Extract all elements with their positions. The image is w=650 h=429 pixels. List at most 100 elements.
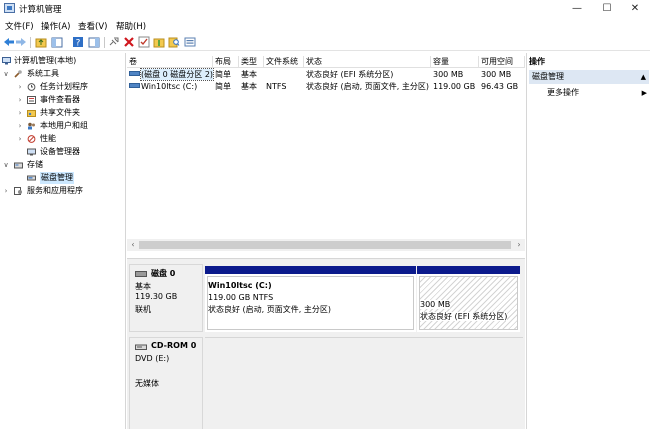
actions-section-label: 磁盘管理 — [532, 72, 564, 81]
volume-layout: 简单 — [215, 82, 231, 91]
tree-label-root: 计算机管理(本地) — [14, 56, 77, 65]
menu-help[interactable]: 帮助(H) — [116, 20, 146, 32]
shared-folder-icon — [27, 110, 36, 117]
performance-icon — [27, 135, 36, 143]
cdrom-empty-area[interactable] — [205, 337, 523, 429]
toolbar: ? — [0, 34, 650, 51]
menu-bar: 文件(F) 操作(A) 查看(V) 帮助(H) — [0, 17, 650, 33]
disk-size: 119.30 GB — [135, 292, 178, 301]
volume-name[interactable]: Win10ltsc (C:) — [141, 81, 197, 92]
chevron-right-icon[interactable]: › — [2, 185, 10, 197]
column-header-type[interactable]: 类型 — [239, 56, 264, 68]
chevron-right-icon[interactable]: › — [16, 120, 24, 132]
disk-type: 基本 — [135, 282, 151, 291]
disk-status: 无媒体 — [135, 379, 159, 388]
clock-icon — [27, 83, 36, 91]
search-icon[interactable] — [168, 36, 180, 48]
tree-label-performance: 性能 — [40, 134, 56, 143]
new-folder-icon[interactable] — [153, 36, 165, 48]
volume-layout: 简单 — [215, 70, 231, 79]
tree-label-task-scheduler: 任务计划程序 — [40, 82, 88, 91]
column-header-capacity[interactable]: 容量 — [431, 56, 479, 68]
disk-0-label[interactable]: 磁盘 0 基本 119.30 GB 联机 — [129, 264, 203, 332]
column-header-volume[interactable]: 卷 — [127, 56, 213, 68]
volume-type: 基本 — [241, 82, 257, 91]
disk-name: CD-ROM 0 — [151, 341, 197, 350]
column-header-status[interactable]: 状态 — [304, 56, 431, 68]
partition-size: 300 MB — [420, 300, 451, 309]
tree-label-system-tools: 系统工具 — [27, 69, 59, 78]
computer-management-icon — [4, 3, 15, 13]
volume-status: 状态良好 (启动, 页面文件, 主分区) — [306, 82, 429, 91]
volume-capacity: 119.00 GB — [433, 82, 476, 91]
column-header-free-space[interactable]: 可用空间 — [479, 56, 525, 68]
delete-icon[interactable] — [123, 36, 135, 48]
close-button[interactable]: ✕ — [620, 0, 650, 17]
partition-name: Win10ltsc (C:) — [208, 281, 272, 290]
tree-label-device-manager: 设备管理器 — [40, 147, 80, 156]
volume-list: 卷 布局 类型 文件系统 状态 容量 可用空间 (磁盘 0 磁盘分区 2) 简单… — [127, 53, 525, 253]
maximize-button[interactable]: ☐ — [592, 0, 622, 17]
chevron-right-icon[interactable]: › — [16, 133, 24, 145]
storage-icon — [14, 162, 23, 169]
partition-efi[interactable]: 300 MB 状态良好 (EFI 系统分区) — [417, 266, 520, 332]
partition-c[interactable]: Win10ltsc (C:) 119.00 GB NTFS 状态良好 (启动, … — [205, 266, 416, 332]
chevron-down-icon[interactable]: ∨ — [2, 159, 10, 171]
horizontal-scrollbar[interactable]: ‹ › — [127, 239, 525, 251]
computer-icon — [2, 57, 11, 65]
scroll-left-icon[interactable]: ‹ — [127, 239, 139, 251]
chevron-down-icon[interactable]: ∨ — [2, 68, 10, 80]
volume-icon — [129, 83, 140, 88]
partition-bar — [417, 266, 520, 274]
scrollbar-thumb[interactable] — [139, 241, 511, 249]
tree-label-shared-folders: 共享文件夹 — [40, 108, 80, 117]
actions-section-disk-management[interactable]: 磁盘管理 ▲ — [529, 70, 649, 84]
more-actions-item[interactable]: 更多操作 ▶ — [547, 87, 647, 99]
event-viewer-icon — [27, 96, 36, 104]
title-bar: 计算机管理 — ☐ ✕ — [0, 0, 650, 17]
disk-status: 联机 — [135, 305, 151, 314]
cdrom-0-label[interactable]: CD-ROM 0 DVD (E:) 无媒体 — [129, 337, 203, 429]
view-icon[interactable] — [184, 36, 196, 48]
services-icon — [14, 187, 22, 195]
column-header-filesystem[interactable]: 文件系统 — [264, 56, 304, 68]
system-tools-icon — [14, 70, 22, 78]
menu-file[interactable]: 文件(F) — [5, 20, 34, 32]
chevron-right-icon[interactable]: › — [16, 81, 24, 93]
up-folder-icon[interactable] — [35, 36, 47, 48]
partition-status: 状态良好 (EFI 系统分区) — [420, 312, 508, 321]
disk-name: 磁盘 0 — [151, 269, 176, 278]
chevron-right-icon[interactable]: › — [16, 94, 24, 106]
column-header-layout[interactable]: 布局 — [213, 56, 239, 68]
disk-layout-pane: 磁盘 0 基本 119.30 GB 联机 Win10ltsc (C:) 119.… — [127, 258, 525, 429]
help-icon[interactable]: ? — [72, 36, 84, 48]
window-title: 计算机管理 — [19, 5, 62, 15]
show-hide-console-tree-icon[interactable] — [51, 36, 63, 48]
forward-icon[interactable] — [15, 36, 27, 48]
properties-check-icon[interactable] — [138, 36, 150, 48]
tree-label-services: 服务和应用程序 — [27, 186, 83, 195]
tree-label-storage: 存储 — [27, 160, 43, 169]
menu-view[interactable]: 查看(V) — [78, 20, 107, 32]
tree-label-disk-management: 磁盘管理 — [40, 172, 74, 184]
connect-icon[interactable] — [108, 36, 120, 48]
menu-action[interactable]: 操作(A) — [41, 20, 70, 32]
console-tree: 计算机管理(本地) ∨ 系统工具 › 任务计划程序 › 事件查看器 › 共享文件… — [0, 53, 126, 429]
volume-icon — [129, 71, 140, 76]
partition-status: 状态良好 (启动, 页面文件, 主分区) — [208, 305, 331, 314]
volume-free-space: 300 MB — [481, 70, 512, 79]
actions-pane: 操作 磁盘管理 ▲ 更多操作 ▶ — [526, 53, 650, 429]
scroll-right-icon[interactable]: › — [513, 239, 525, 251]
disk-management-icon — [27, 175, 36, 181]
device-manager-icon — [27, 148, 36, 156]
volume-filesystem: NTFS — [266, 82, 287, 91]
collapse-up-icon[interactable]: ▲ — [641, 70, 646, 84]
back-icon[interactable] — [3, 36, 15, 48]
volume-name[interactable]: (磁盘 0 磁盘分区 2) — [139, 68, 215, 81]
chevron-right-icon[interactable]: › — [16, 107, 24, 119]
show-hide-action-pane-icon[interactable] — [88, 36, 100, 48]
disk-type: DVD (E:) — [135, 354, 170, 363]
minimize-button[interactable]: — — [562, 0, 592, 17]
volume-type: 基本 — [241, 70, 257, 79]
actions-header: 操作 — [529, 57, 545, 66]
